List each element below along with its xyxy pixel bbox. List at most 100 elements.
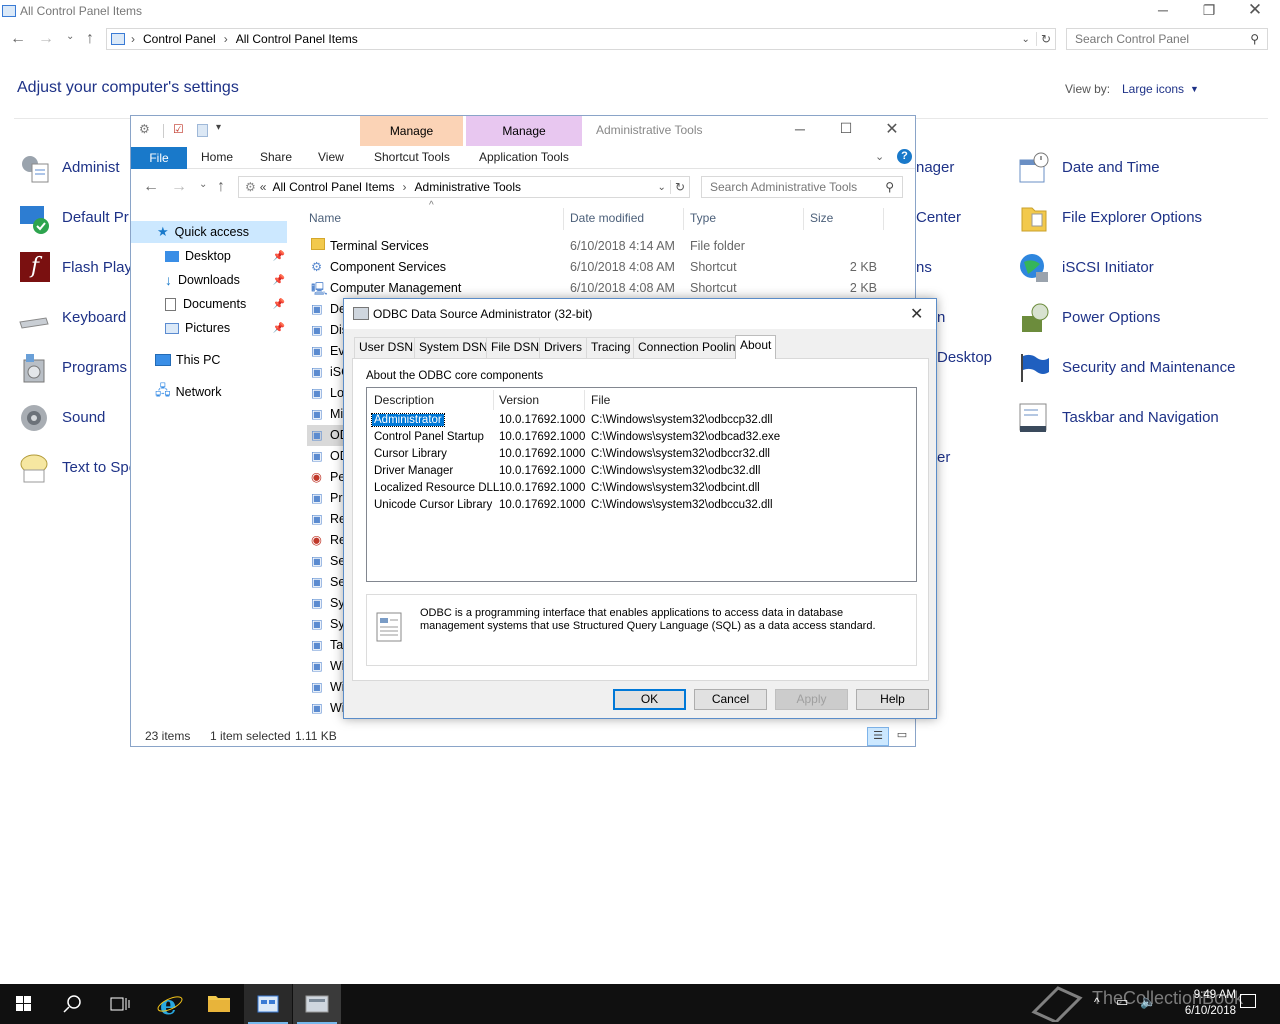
- settings-gear-icon[interactable]: ⚙: [139, 122, 150, 136]
- back-arrow-icon[interactable]: ←: [143, 178, 159, 196]
- refresh-icon[interactable]: ↻: [1035, 32, 1055, 46]
- search-icon[interactable]: [48, 984, 96, 1024]
- up-arrow-icon[interactable]: ↑: [86, 30, 94, 48]
- column-size[interactable]: Size: [810, 211, 833, 225]
- tab-application-tools[interactable]: Application Tools: [479, 150, 569, 164]
- tab-home[interactable]: Home: [201, 150, 233, 164]
- file-row-truncated[interactable]: ▣Tas: [307, 635, 347, 656]
- column-name[interactable]: Name: [309, 211, 341, 225]
- file-row-truncated[interactable]: ◉Per: [307, 467, 347, 488]
- action-center-icon[interactable]: [1240, 994, 1256, 1008]
- file-row-truncated[interactable]: ▣ Wi: [307, 698, 347, 719]
- properties-icon[interactable]: ☑: [173, 122, 184, 136]
- breadcrumb-administrative-tools[interactable]: Administrative Tools: [415, 180, 522, 194]
- list-item[interactable]: Control Panel Startup 10.0.17692.1000 C:…: [367, 430, 916, 447]
- cancel-button[interactable]: Cancel: [694, 689, 767, 710]
- sidebar-item-downloads[interactable]: ↓ Downloads 📌: [131, 269, 287, 291]
- forward-arrow-icon[interactable]: →: [38, 30, 54, 48]
- column-file[interactable]: File: [591, 388, 610, 412]
- tab-shortcut-tools[interactable]: Shortcut Tools: [374, 150, 450, 164]
- file-row-truncated[interactable]: ▣ Mi: [307, 404, 347, 425]
- column-type[interactable]: Type: [690, 211, 716, 225]
- start-button[interactable]: [0, 984, 48, 1024]
- address-dropdown-icon[interactable]: ⌄: [658, 182, 666, 193]
- tab-view[interactable]: View: [318, 150, 344, 164]
- back-arrow-icon[interactable]: ←: [10, 30, 26, 48]
- tab-file-dsn[interactable]: File DSN: [486, 337, 545, 358]
- explorer-address-bar[interactable]: ⚙ « All Control Panel Items › Administra…: [238, 176, 690, 198]
- cp-item-fragment[interactable]: er: [937, 449, 950, 466]
- new-folder-icon[interactable]: [197, 124, 208, 137]
- file-row-truncated[interactable]: ▣ Dis: [307, 320, 347, 341]
- sidebar-item-this-pc[interactable]: This PC: [131, 349, 287, 371]
- list-item[interactable]: Cursor Library 10.0.17692.1000 C:\Window…: [367, 447, 916, 464]
- minimize-button[interactable]: ─: [777, 121, 823, 137]
- large-icons-view-icon[interactable]: ▭: [891, 727, 913, 746]
- file-row-truncated[interactable]: ▣ Re: [307, 509, 347, 530]
- refresh-icon[interactable]: ↻: [669, 180, 689, 194]
- task-view-icon[interactable]: [96, 984, 144, 1024]
- tab-drivers[interactable]: Drivers: [539, 337, 587, 358]
- file-row-truncated[interactable]: ▣iSC: [307, 362, 347, 383]
- column-date-modified[interactable]: Date modified: [570, 211, 644, 225]
- show-hidden-icons-icon[interactable]: ^: [1094, 995, 1100, 1009]
- tab-user-dsn[interactable]: User DSN: [354, 337, 419, 358]
- volume-icon[interactable]: 🔈: [1140, 994, 1156, 1010]
- details-view-icon[interactable]: ☰: [867, 727, 889, 746]
- internet-explorer-icon[interactable]: e: [146, 984, 194, 1024]
- odbc-taskbar-icon[interactable]: [293, 984, 341, 1024]
- recent-chevron-icon[interactable]: ⌄: [66, 31, 74, 42]
- cp-item-fragment[interactable]: n: [937, 309, 945, 326]
- help-icon[interactable]: ?: [897, 149, 912, 164]
- file-row-truncated[interactable]: ▣ Wi: [307, 677, 347, 698]
- cp-item-fragment[interactable]: Center: [916, 209, 961, 226]
- sidebar-item-quick-access[interactable]: ★ Quick access: [131, 221, 287, 243]
- help-button[interactable]: Help: [856, 689, 929, 710]
- list-item[interactable]: Driver Manager 10.0.17692.1000 C:\Window…: [367, 464, 916, 481]
- cp-item-fragment[interactable]: ns: [916, 259, 932, 276]
- tab-system-dsn[interactable]: System DSN: [414, 337, 493, 358]
- sidebar-item-pictures[interactable]: Pictures 📌: [131, 317, 287, 339]
- cp-item-fragment[interactable]: nager: [916, 159, 954, 176]
- network-status-icon[interactable]: ▭: [1116, 994, 1128, 1010]
- file-row[interactable]: 🖳 Computer Management 6/10/2018 4:08 AM …: [307, 278, 907, 299]
- expand-ribbon-icon[interactable]: ⌄: [875, 150, 884, 163]
- file-row-truncated[interactable]: ◉Res: [307, 530, 347, 551]
- breadcrumb-control-panel[interactable]: Control Panel: [143, 32, 216, 46]
- tab-connection-pooling[interactable]: Connection Pooling: [633, 337, 748, 358]
- tab-file[interactable]: File: [131, 147, 187, 169]
- components-list[interactable]: Description Version File Administrator 1…: [366, 387, 917, 582]
- list-item[interactable]: Localized Resource DLL 10.0.17692.1000 C…: [367, 481, 916, 498]
- maximize-button[interactable]: ☐: [823, 120, 869, 137]
- file-row-truncated[interactable]: ▣Ser: [307, 572, 347, 593]
- file-row-truncated[interactable]: ▣ Pri: [307, 488, 347, 509]
- breadcrumb-all-items[interactable]: All Control Panel Items: [236, 32, 358, 46]
- address-bar[interactable]: › Control Panel › All Control Panel Item…: [106, 28, 1056, 50]
- file-row-truncated[interactable]: ▣ De: [307, 299, 347, 320]
- sidebar-item-network[interactable]: 🖧 Network: [131, 381, 287, 403]
- system-clock[interactable]: 9:49 AM 6/10/2018: [1185, 987, 1236, 1019]
- file-explorer-icon[interactable]: [195, 984, 243, 1024]
- close-button[interactable]: ✕: [869, 119, 915, 139]
- list-item[interactable]: Administrator 10.0.17692.1000 C:\Windows…: [367, 413, 916, 430]
- file-row-truncated[interactable]: ▣Loc: [307, 383, 347, 404]
- file-row[interactable]: Terminal Services 6/10/2018 4:14 AM File…: [307, 236, 907, 257]
- file-row-truncated[interactable]: ▣ Wi: [307, 656, 347, 677]
- sidebar-item-documents[interactable]: Documents 📌: [131, 293, 287, 315]
- tab-share[interactable]: Share: [260, 150, 292, 164]
- customize-toolbar-icon[interactable]: ▾: [216, 122, 221, 133]
- file-row-truncated[interactable]: ▣Sys: [307, 614, 347, 635]
- ok-button[interactable]: OK: [613, 689, 686, 710]
- close-button[interactable]: ✕: [1232, 0, 1278, 20]
- file-row-truncated[interactable]: ▣Eve: [307, 341, 347, 362]
- search-admin-tools-input[interactable]: Search Administrative Tools ⚲: [701, 176, 903, 198]
- sidebar-item-desktop[interactable]: Desktop 📌: [131, 245, 287, 267]
- close-button[interactable]: ✕: [910, 304, 923, 324]
- search-control-panel-input[interactable]: Search Control Panel ⚲: [1066, 28, 1268, 50]
- cp-item-fragment[interactable]: Desktop: [937, 349, 992, 366]
- list-item[interactable]: Unicode Cursor Library 10.0.17692.1000 C…: [367, 498, 916, 515]
- breadcrumb-all-items[interactable]: All Control Panel Items: [272, 180, 394, 194]
- column-description[interactable]: Description: [374, 388, 434, 412]
- column-version[interactable]: Version: [499, 388, 539, 412]
- forward-arrow-icon[interactable]: →: [171, 178, 187, 196]
